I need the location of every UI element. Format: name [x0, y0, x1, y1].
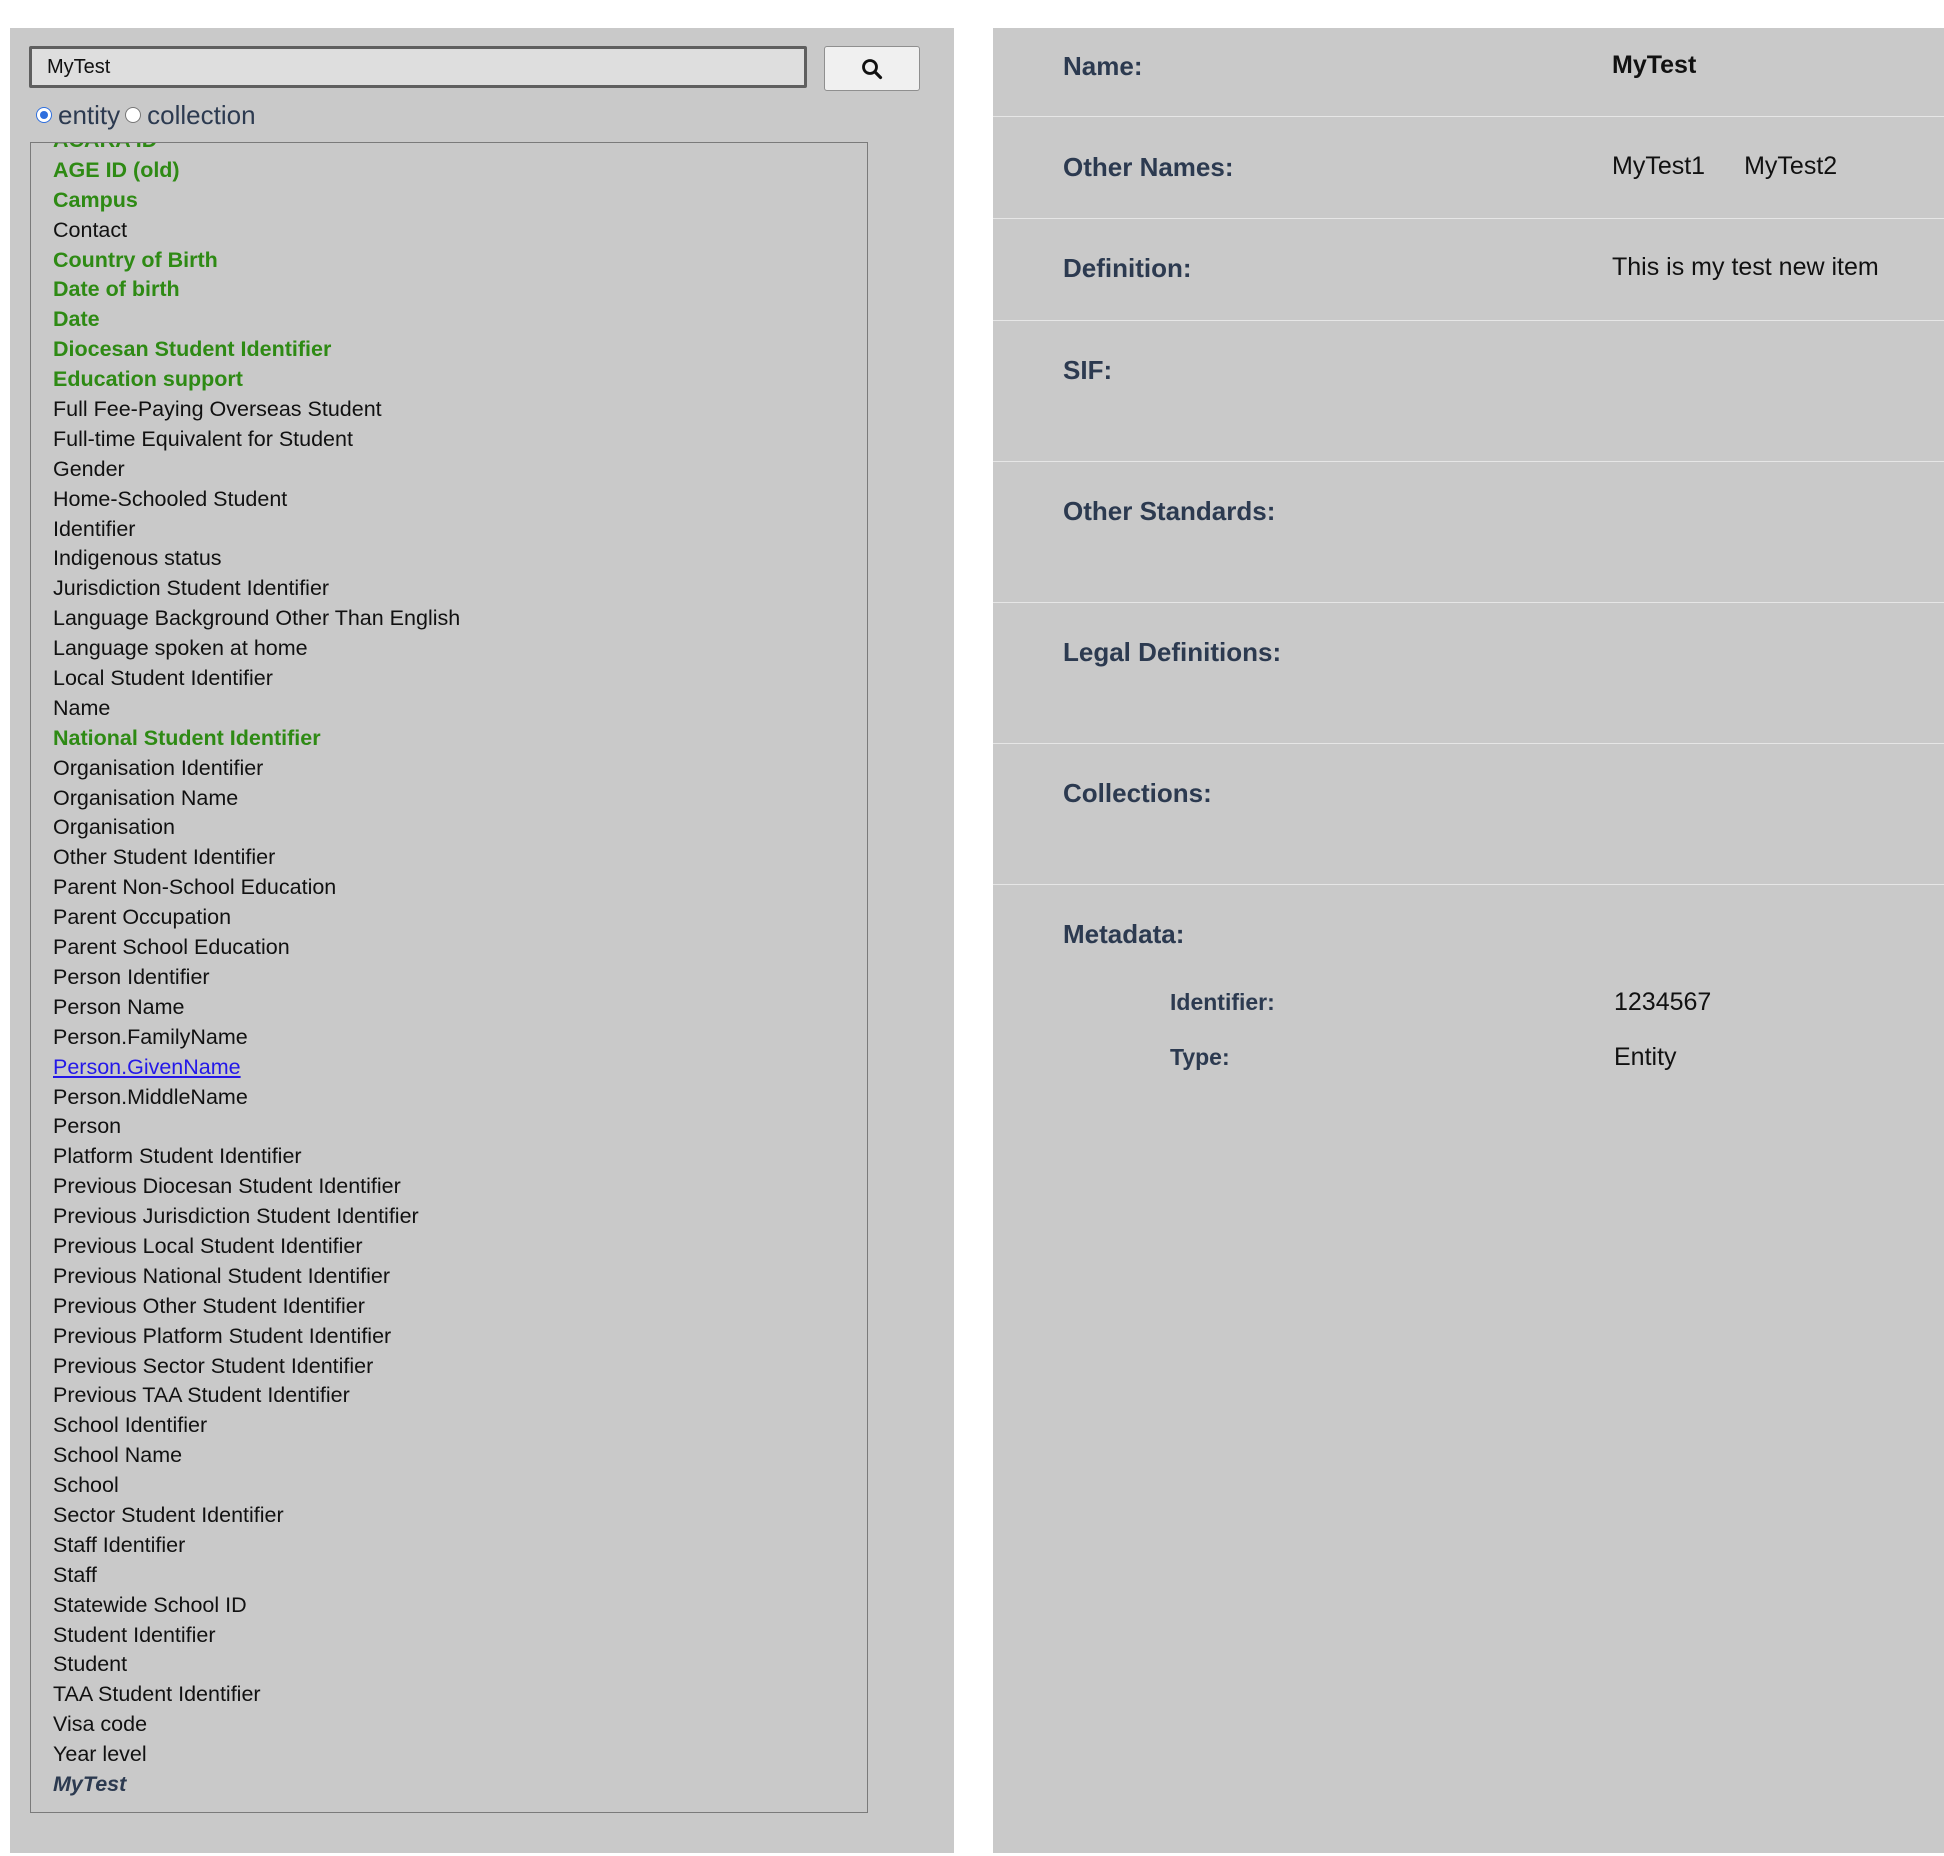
entity-list[interactable]: ACARA IDAGE ID (old)CampusContactCountry… — [30, 142, 868, 1813]
entity-list-items: ACARA IDAGE ID (old)CampusContactCountry… — [53, 143, 867, 1800]
definition-value: This is my test new item — [1612, 253, 1879, 281]
list-item[interactable]: Organisation Identifier — [53, 754, 867, 784]
collections-label: Collections: — [1063, 778, 1212, 808]
definition-label: Definition: — [1063, 253, 1192, 283]
list-item[interactable]: Gender — [53, 455, 867, 485]
list-item[interactable]: Visa code — [53, 1710, 867, 1740]
metadata-identifier-value: 1234567 — [1614, 988, 1712, 1016]
metadata-type-label: Type: — [1170, 1044, 1230, 1070]
collection-radio[interactable] — [125, 107, 142, 123]
legal-definitions-row: Legal Definitions: — [993, 603, 1944, 744]
sif-label: SIF: — [1063, 355, 1113, 385]
list-item[interactable]: MyTest — [53, 1770, 867, 1800]
list-item[interactable]: School Name — [53, 1441, 867, 1471]
list-item[interactable]: Staff Identifier — [53, 1531, 867, 1561]
list-item[interactable]: Person Identifier — [53, 963, 867, 993]
list-item[interactable]: Person Name — [53, 993, 867, 1023]
filter-radio-group: entity collection — [36, 98, 261, 132]
collection-radio-label[interactable]: collection — [147, 100, 255, 131]
list-item[interactable]: Campus — [53, 186, 867, 216]
list-item[interactable]: Person — [53, 1112, 867, 1142]
list-item[interactable]: Person.FamilyName — [53, 1023, 867, 1053]
list-item[interactable]: Platform Student Identifier — [53, 1142, 867, 1172]
list-item[interactable]: Language Background Other Than English — [53, 604, 867, 634]
list-item[interactable]: Student Identifier — [53, 1621, 867, 1651]
list-item[interactable]: Parent Occupation — [53, 903, 867, 933]
list-item[interactable]: School — [53, 1471, 867, 1501]
list-item[interactable]: Previous National Student Identifier — [53, 1262, 867, 1292]
list-item[interactable]: Date of birth — [53, 275, 867, 305]
list-item[interactable]: Person.MiddleName — [53, 1083, 867, 1113]
metadata-type-value: Entity — [1614, 1043, 1677, 1071]
detail-panel: Name: MyTest Other Names: MyTest1 MyTest2… — [993, 28, 1944, 1853]
list-item[interactable]: Previous Local Student Identifier — [53, 1232, 867, 1262]
list-item[interactable]: Home-Schooled Student — [53, 485, 867, 515]
list-item[interactable]: ACARA ID — [53, 143, 867, 156]
entity-radio-label[interactable]: entity — [58, 100, 120, 131]
list-item[interactable]: TAA Student Identifier — [53, 1680, 867, 1710]
list-item[interactable]: Indigenous status — [53, 544, 867, 574]
list-item[interactable]: Diocesan Student Identifier — [53, 335, 867, 365]
search-icon — [861, 58, 883, 80]
list-item[interactable]: Organisation — [53, 813, 867, 843]
list-item[interactable]: School Identifier — [53, 1411, 867, 1441]
list-item[interactable]: Language spoken at home — [53, 634, 867, 664]
collections-row: Collections: — [993, 744, 1944, 885]
search-button[interactable] — [824, 46, 920, 91]
other-standards-row: Other Standards: — [993, 462, 1944, 603]
list-item[interactable]: Full Fee-Paying Overseas Student — [53, 395, 867, 425]
list-item[interactable]: Country of Birth — [53, 246, 867, 276]
list-item[interactable]: Contact — [53, 216, 867, 246]
entity-radio[interactable] — [36, 107, 52, 123]
list-item[interactable]: Other Student Identifier — [53, 843, 867, 873]
list-item[interactable]: Staff — [53, 1561, 867, 1591]
list-item[interactable]: Previous Other Student Identifier — [53, 1292, 867, 1322]
list-item[interactable]: National Student Identifier — [53, 724, 867, 754]
list-item[interactable]: AGE ID (old) — [53, 156, 867, 186]
list-item[interactable]: Jurisdiction Student Identifier — [53, 574, 867, 604]
list-item[interactable]: Person.GivenName — [53, 1053, 867, 1083]
list-item[interactable]: Sector Student Identifier — [53, 1501, 867, 1531]
other-names-label: Other Names: — [1063, 152, 1234, 182]
list-item[interactable]: Previous Diocesan Student Identifier — [53, 1172, 867, 1202]
list-item[interactable]: Name — [53, 694, 867, 724]
search-input[interactable] — [29, 46, 807, 88]
legal-definitions-label: Legal Definitions: — [1063, 637, 1282, 667]
metadata-identifier-label: Identifier: — [1170, 989, 1275, 1015]
other-names-row: Other Names: MyTest1 MyTest2 — [993, 117, 1944, 219]
list-item[interactable]: Previous TAA Student Identifier — [53, 1381, 867, 1411]
list-item[interactable]: Year level — [53, 1740, 867, 1770]
list-item[interactable]: Student — [53, 1650, 867, 1680]
name-label: Name: — [1063, 51, 1143, 81]
other-names-value: MyTest1 MyTest2 — [1612, 152, 1837, 181]
metadata-section: Metadata: Identifier: 1234567 Type: Enti… — [993, 885, 1944, 1135]
list-item[interactable]: Education support — [53, 365, 867, 395]
list-item[interactable]: Parent School Education — [53, 933, 867, 963]
list-item[interactable]: Full-time Equivalent for Student — [53, 425, 867, 455]
name-value: MyTest — [1612, 51, 1697, 79]
list-item[interactable]: Parent Non-School Education — [53, 873, 867, 903]
list-item[interactable]: Previous Platform Student Identifier — [53, 1322, 867, 1352]
list-item[interactable]: Statewide School ID — [53, 1591, 867, 1621]
list-item[interactable]: Local Student Identifier — [53, 664, 867, 694]
name-row: Name: MyTest — [993, 28, 1944, 117]
list-item[interactable]: Identifier — [53, 515, 867, 545]
other-name: MyTest1 — [1612, 152, 1706, 180]
sif-row: SIF: — [993, 321, 1944, 462]
other-standards-label: Other Standards: — [1063, 496, 1276, 526]
other-name: MyTest2 — [1744, 152, 1838, 180]
metadata-label: Metadata: — [1063, 919, 1185, 949]
list-item[interactable]: Date — [53, 305, 867, 335]
search-panel: entity collection ACARA IDAGE ID (old)Ca… — [10, 28, 954, 1853]
list-item[interactable]: Previous Sector Student Identifier — [53, 1352, 867, 1382]
list-item[interactable]: Previous Jurisdiction Student Identifier — [53, 1202, 867, 1232]
list-item[interactable]: Organisation Name — [53, 784, 867, 814]
definition-row: Definition: This is my test new item — [993, 219, 1944, 321]
